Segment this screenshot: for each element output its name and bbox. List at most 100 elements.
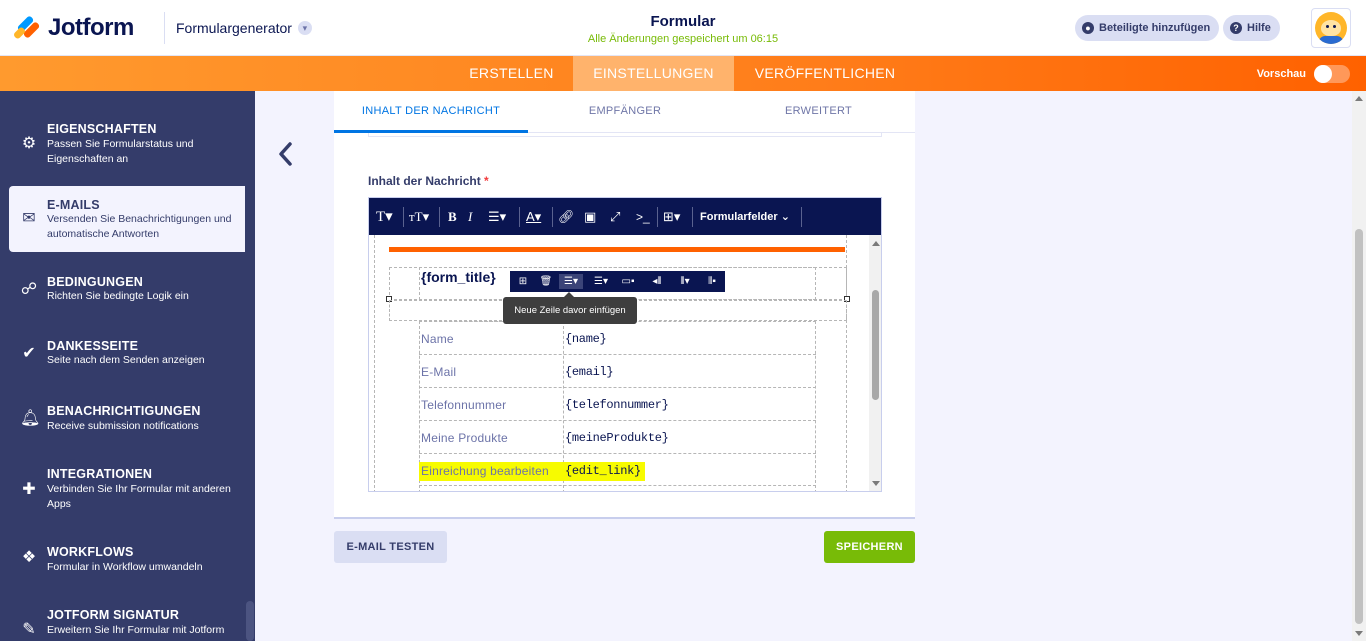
code-icon[interactable]: >_ [636,207,650,227]
header-divider [164,12,165,44]
scroll-thumb[interactable] [1355,229,1363,624]
gear-icon: ⚙ [21,135,37,152]
font-size-icon[interactable]: ᴛT▾ [409,207,429,227]
delete-row-icon[interactable]: ▭▪ [618,274,638,289]
align-icon[interactable]: ☰▾ [488,207,506,227]
preview-toggle-group: Vorschau [1257,65,1350,83]
settings-sidebar: ⚙ EIGENSCHAFTEN Passen Sie Formularstatu… [0,91,255,641]
sidebar-item-title: WORKFLOWS [47,545,134,559]
insert-column-after-icon[interactable]: ⫴▾ [674,274,696,289]
tooltip: Neue Zeile davor einfügen [503,292,637,324]
tab-recipients[interactable]: EMPFÄNGER [528,91,722,133]
tab-veroeffentlichen[interactable]: VERÖFFENTLICHEN [735,56,915,91]
page-scrollbar[interactable] [1352,91,1366,641]
save-button[interactable]: SPEICHERN [824,531,915,563]
back-chevron-icon[interactable] [276,140,296,168]
form-title-block: Formular Alle Änderungen gespeichert um … [483,13,883,45]
app-header: Jotform Formulargenerator ▾ Formular All… [0,0,1366,56]
sitemap-icon: ☍ [20,281,38,298]
row-value-highlighted: {edit_link} [563,462,645,481]
save-status: Alle Änderungen gespeichert um 06:15 [587,33,779,45]
text-color-icon[interactable]: A▾ [526,207,541,227]
row-value: {name} [565,332,607,346]
tab-message-content[interactable]: INHALT DER NACHRICHT [334,91,528,133]
email-settings-panel: INHALT DER NACHRICHT EMPFÄNGER ERWEITERT… [334,91,915,519]
envelope-icon: ✉ [22,210,36,227]
insert-column-before-icon[interactable]: ◂⫴ [647,274,667,289]
help-button[interactable]: ? Hilfe [1223,15,1280,41]
add-participants-label: Beteiligte hinzufügen [1099,22,1211,34]
email-header-bar [389,247,845,252]
sidebar-scrollbar[interactable] [246,601,254,641]
sidebar-item-benachrichtigungen[interactable]: 🔔︎ BENACHRICHTIGUNGEN Receive submission… [0,392,245,458]
sidebar-item-bedingungen[interactable]: ☍ BEDINGUNGEN Richten Sie bedingte Logik… [0,263,245,329]
sidebar-item-integrationen[interactable]: ✚ INTEGRATIONEN Verbinden Sie Ihr Formul… [0,455,245,521]
editor-content[interactable]: {form_title} Name {name} E-Mail {email} … [369,235,869,491]
panel-divider [334,517,915,519]
table-icon[interactable]: ⊞▾ [663,207,680,227]
tab-advanced[interactable]: ERWEITERT [722,91,915,133]
row-label: Meine Produkte [421,431,508,445]
table-properties-icon[interactable]: ⊞ [514,274,532,289]
signature-icon: ✎ [22,621,36,638]
sidebar-item-workflows[interactable]: ❖ WORKFLOWS Formular in Workflow umwande… [0,533,245,599]
sidebar-item-title: JOTFORM SIGNATUR [47,608,180,622]
row-label: E-Mail [421,365,457,379]
scroll-up-icon[interactable] [1355,96,1363,101]
workflow-icon: ❖ [21,549,37,566]
scroll-down-icon[interactable] [1355,631,1363,636]
italic-icon[interactable]: I [468,207,472,227]
font-family-icon[interactable]: T▾ [376,207,393,227]
sidebar-item-eigenschaften[interactable]: ⚙ EIGENSCHAFTEN Passen Sie Formularstatu… [0,113,245,179]
image-icon[interactable]: ▣ [584,207,596,227]
form-fields-dropdown[interactable]: Formularfelder ⌄ [700,207,790,227]
bold-icon[interactable]: B [448,207,457,227]
form-title-tag[interactable]: {form_title} [421,269,496,285]
rich-text-editor[interactable]: T▾ ᴛT▾ B I ☰▾ A▾ 🔗︎ ▣ ⤢ >_ ⊞▾ Formularfe… [368,197,882,492]
generator-label: Formulargenerator [176,20,292,36]
scroll-thumb[interactable] [872,290,879,400]
question-icon: ? [1230,22,1242,34]
editor-toolbar: T▾ ᴛT▾ B I ☰▾ A▾ 🔗︎ ▣ ⤢ >_ ⊞▾ Formularfe… [369,198,881,235]
sidebar-item-emails[interactable]: ✉ E-MAILS Versenden Sie Benachrichtigung… [9,186,245,252]
builder-nav-bar: ERSTELLEN EINSTELLUNGEN VERÖFFENTLICHEN … [0,56,1366,91]
delete-column-icon[interactable]: ⫴▪ [702,274,722,289]
jotform-logo[interactable]: Jotform [12,14,134,42]
sidebar-item-desc: Passen Sie Formularstatus und Eigenschaf… [47,138,194,165]
sidebar-item-signatur[interactable]: ✎ JOTFORM SIGNATUR Erweitern Sie Ihr For… [0,596,245,641]
sidebar-item-desc: Receive submission notifications [47,420,199,432]
user-avatar-button[interactable] [1311,8,1351,48]
delete-table-icon[interactable]: 🗑︎ [537,274,555,289]
sidebar-item-desc: Verbinden Sie Ihr Formular mit anderen A… [47,483,231,510]
sidebar-item-title: EIGENSCHAFTEN [47,122,157,136]
tab-erstellen[interactable]: ERSTELLEN [451,56,572,91]
insert-row-after-icon[interactable]: ☰▾ [590,274,612,289]
row-value: {telefonnummer} [565,398,669,412]
required-mark: * [484,174,489,188]
sidebar-item-title: INTEGRATIONEN [47,467,153,481]
scroll-up-icon[interactable] [872,241,880,246]
puzzle-icon: ✚ [22,481,36,498]
check-circle-icon: ✔ [22,345,36,362]
add-participants-button[interactable]: ● Beteiligte hinzufügen [1075,15,1220,41]
row-label-highlighted: Einreichung bearbeiten [419,462,563,481]
link-icon[interactable]: 🔗︎ [558,207,575,227]
email-tabs: INHALT DER NACHRICHT EMPFÄNGER ERWEITERT [334,91,915,133]
preview-toggle[interactable] [1314,65,1350,83]
user-icon: ● [1082,22,1094,34]
scroll-down-icon[interactable] [872,481,880,486]
insert-row-before-icon[interactable]: ☰▾ [559,274,583,289]
editor-scrollbar[interactable] [869,235,881,491]
tab-einstellungen[interactable]: EINSTELLUNGEN [573,56,734,91]
form-title[interactable]: Formular [483,13,883,30]
test-email-button[interactable]: E-MAIL TESTEN [334,531,447,563]
sidebar-item-desc: Formular in Workflow umwandeln [47,561,203,573]
sidebar-item-dankesseite[interactable]: ✔ DANKESSEITE Seite nach dem Senden anze… [0,327,245,393]
sidebar-item-desc: Versenden Sie Benachrichtigungen und aut… [47,213,232,240]
fullscreen-icon[interactable]: ⤢ [610,207,620,227]
logo-text: Jotform [48,14,134,41]
row-label: Name [421,332,454,346]
form-generator-dropdown[interactable]: Formulargenerator ▾ [176,20,312,36]
preview-label: Vorschau [1256,68,1306,80]
bell-icon: 🔔︎ [20,410,41,427]
